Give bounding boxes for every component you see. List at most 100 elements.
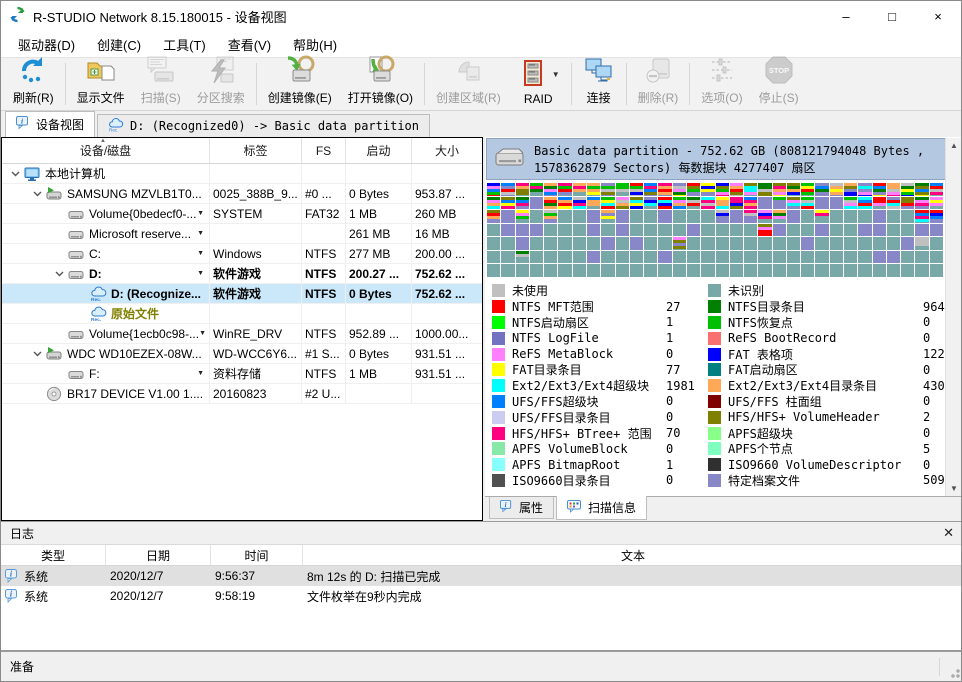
row-dropdown-icon[interactable]: ▼: [197, 250, 206, 257]
scan-block: [858, 251, 871, 264]
menu-view[interactable]: 查看(V): [217, 32, 282, 57]
scroll-up-icon[interactable]: ▲: [950, 141, 958, 150]
stop-icon: STOP: [763, 54, 795, 89]
log-row[interactable]: i系统2020/12/79:56:378m 12s 的 D: 扫描已完成: [1, 566, 962, 586]
row-dropdown-icon[interactable]: ▼: [197, 210, 206, 217]
minimize-button[interactable]: –: [823, 1, 869, 31]
legend-count: 0: [923, 458, 930, 472]
tab-recognized-partition[interactable]: Rec. D: (Recognized0) -> Basic data part…: [97, 114, 430, 137]
refresh-button[interactable]: 刷新(R): [5, 59, 62, 109]
dropdown-caret-icon[interactable]: ▼: [552, 70, 560, 79]
resize-grip[interactable]: [948, 666, 960, 678]
log-row[interactable]: i系统2020/12/79:58:19文件枚举在9秒内完成: [1, 586, 962, 606]
legend-item: 未识别: [708, 283, 962, 299]
row-dropdown-icon[interactable]: ▼: [197, 370, 206, 377]
log-column-date[interactable]: 日期: [106, 545, 211, 565]
table-row[interactable]: SAMSUNG MZVLB1T0...0025_388B_9...#0 ...0…: [2, 184, 482, 204]
scan-block: [573, 237, 586, 250]
menu-create[interactable]: 创建(C): [86, 32, 152, 57]
column-size[interactable]: 大小: [412, 138, 482, 163]
scroll-down-icon[interactable]: ▼: [950, 484, 958, 493]
column-label[interactable]: 标签: [210, 138, 302, 163]
log-close-icon[interactable]: ✕: [943, 525, 954, 541]
device-table-header: ▲ 设备/磁盘 标签 FS 启动 大小: [2, 138, 482, 164]
column-start[interactable]: 启动: [346, 138, 412, 163]
table-row[interactable]: D:▼软件游戏NTFS200.27 ...752.62 ...: [2, 264, 482, 284]
tab-properties[interactable]: i 属性: [489, 497, 554, 519]
table-row[interactable]: Rec.原始文件: [2, 304, 482, 324]
refresh-icon: [17, 54, 49, 89]
scan-block: [858, 210, 871, 223]
device-cell: WDC WD10EZEX-08W...: [2, 344, 210, 363]
scan-block: [844, 224, 857, 237]
scan-block: [530, 224, 543, 237]
row-dropdown-icon[interactable]: ▼: [197, 270, 206, 277]
menu-drives[interactable]: 驱动器(D): [7, 32, 86, 57]
size-cell: [412, 304, 482, 323]
column-fs[interactable]: FS: [302, 138, 346, 163]
create-image-button[interactable]: 创建镜像(E): [260, 59, 340, 109]
table-row[interactable]: Volume{1ecb0c98-...▼WinRE_DRVNTFS952.89 …: [2, 324, 482, 344]
menu-help[interactable]: 帮助(H): [282, 32, 348, 57]
legend-color-chip: [492, 458, 505, 471]
chevron-down-icon[interactable]: [6, 171, 24, 177]
table-row[interactable]: C:▼WindowsNTFS277 MB200.00 ...: [2, 244, 482, 264]
chevron-down-icon[interactable]: [28, 351, 46, 357]
legend-label: APFS VolumeBlock: [512, 442, 659, 456]
open-image-button[interactable]: 打开镜像(O): [340, 59, 421, 109]
scan-block: [744, 264, 757, 277]
show-files-button[interactable]: 显示文件: [69, 59, 133, 109]
scan-block: [758, 210, 771, 223]
tab-device-view[interactable]: i 设备视图: [5, 111, 95, 137]
create-region-icon: [452, 54, 484, 89]
scan-block: [487, 224, 500, 237]
maximize-button[interactable]: □: [869, 1, 915, 31]
scan-block: [716, 264, 729, 277]
table-row[interactable]: 本地计算机: [2, 164, 482, 184]
chevron-down-icon[interactable]: [50, 271, 68, 277]
table-row[interactable]: Volume{0bedecf0-...▼SYSTEMFAT321 MB260 M…: [2, 204, 482, 224]
scan-block: [544, 237, 557, 250]
table-row[interactable]: Rec.D: (Recognize...软件游戏NTFS0 Bytes752.6…: [2, 284, 482, 304]
raid-button[interactable]: ▼RAID: [509, 59, 568, 109]
scan-block: [501, 197, 514, 210]
log-column-type[interactable]: 类型: [1, 545, 106, 565]
connect-button[interactable]: 连接: [575, 59, 623, 109]
tab-scan-information[interactable]: 扫描信息: [556, 496, 647, 520]
legend-item: NTFS恢复点0: [708, 315, 962, 331]
scan-block: [701, 224, 714, 237]
scan-block: [858, 197, 871, 210]
scrollbar-vertical[interactable]: ▲ ▼: [945, 138, 962, 496]
log-column-time[interactable]: 时间: [211, 545, 303, 565]
scan-block: [758, 183, 771, 196]
log-column-text[interactable]: 文本: [303, 545, 962, 565]
legend-label: Ext2/Ext3/Ext4超级块: [512, 377, 659, 394]
table-row[interactable]: BR17 DEVICE V1.00 1....20160823#2 U...: [2, 384, 482, 404]
row-dropdown-icon[interactable]: ▼: [199, 330, 208, 337]
legend-count: 2: [923, 410, 930, 424]
scan-block: [915, 210, 928, 223]
table-row[interactable]: F:▼资料存储NTFS1 MB931.51 ...: [2, 364, 482, 384]
legend-item: APFS VolumeBlock0: [492, 441, 708, 457]
table-row[interactable]: WDC WD10EZEX-08W...WD-WCC6Y6...#1 S...0 …: [2, 344, 482, 364]
options-icon: [706, 54, 738, 89]
toolbar-button-label: 显示文件: [77, 89, 125, 106]
scan-block: [873, 251, 886, 264]
device-name: Volume{0bedecf0-...: [89, 207, 196, 221]
scan-block-map[interactable]: [487, 183, 943, 277]
table-row[interactable]: Microsoft reserve...▼261 MB16 MB: [2, 224, 482, 244]
scan-block: [773, 264, 786, 277]
scan-block: [730, 197, 743, 210]
chevron-down-icon[interactable]: [28, 191, 46, 197]
create-image-icon: [284, 54, 316, 89]
row-dropdown-icon[interactable]: ▼: [197, 230, 206, 237]
menu-tools[interactable]: 工具(T): [152, 32, 217, 57]
column-device-disk[interactable]: 设备/磁盘: [2, 138, 210, 163]
app-window: R-STUDIO Network 8.15.180015 - 设备视图 – □ …: [0, 0, 962, 682]
legend-count: 70: [666, 426, 680, 440]
scan-block: [501, 251, 514, 264]
scan-block: [544, 210, 557, 223]
scan-block: [616, 224, 629, 237]
scan-block: [716, 210, 729, 223]
close-button[interactable]: ×: [915, 1, 961, 31]
